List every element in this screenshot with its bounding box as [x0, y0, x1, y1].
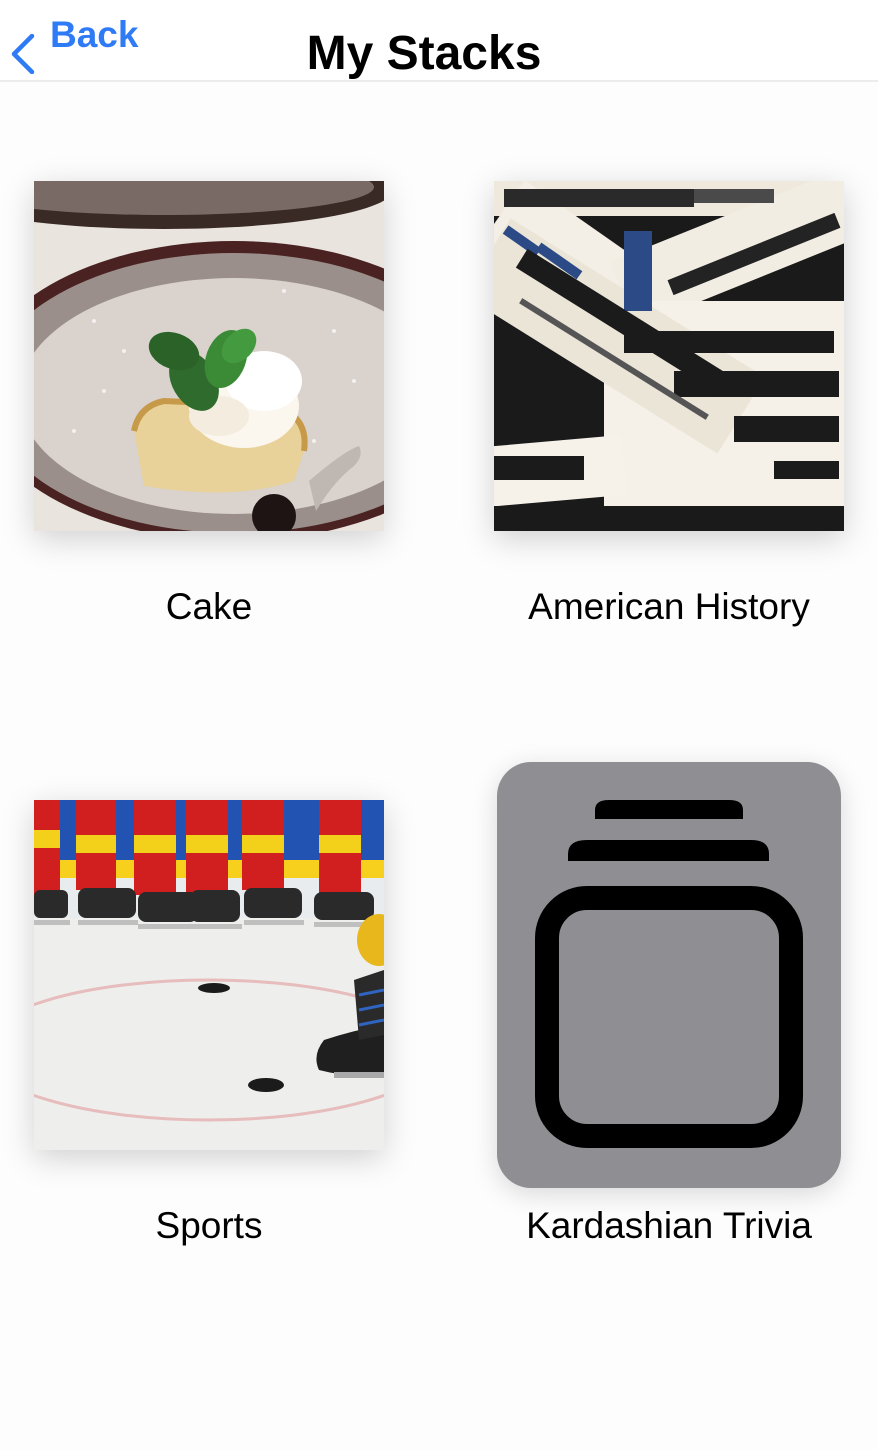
page-title: My Stacks	[306, 27, 542, 80]
stack-tile-american-history[interactable]: American History	[494, 181, 844, 627]
stack-thumbnail-american-history	[494, 181, 844, 531]
ice-hockey-image	[34, 800, 384, 1150]
stack-tile-cake[interactable]: Cake	[34, 181, 384, 627]
stack-thumbnail-sports	[34, 800, 384, 1150]
newspaper-clippings-image	[494, 181, 844, 531]
stack-thumbnail-kardashian-trivia	[497, 762, 841, 1188]
cake-dessert-image	[34, 181, 384, 531]
stack-tile-sports[interactable]: Sports	[34, 800, 384, 1246]
stack-placeholder-icon	[535, 800, 803, 1148]
stack-tile-kardashian-trivia[interactable]: Kardashian Trivia	[497, 762, 841, 1246]
stack-label-cake: Cake	[165, 586, 253, 627]
navigation-bar: Back My Stacks	[0, 0, 878, 82]
stack-label-kardashian-trivia: Kardashian Trivia	[526, 1205, 812, 1246]
stack-label-sports: Sports	[155, 1205, 263, 1246]
stack-label-american-history: American History	[528, 586, 810, 627]
stack-thumbnail-cake	[34, 181, 384, 531]
